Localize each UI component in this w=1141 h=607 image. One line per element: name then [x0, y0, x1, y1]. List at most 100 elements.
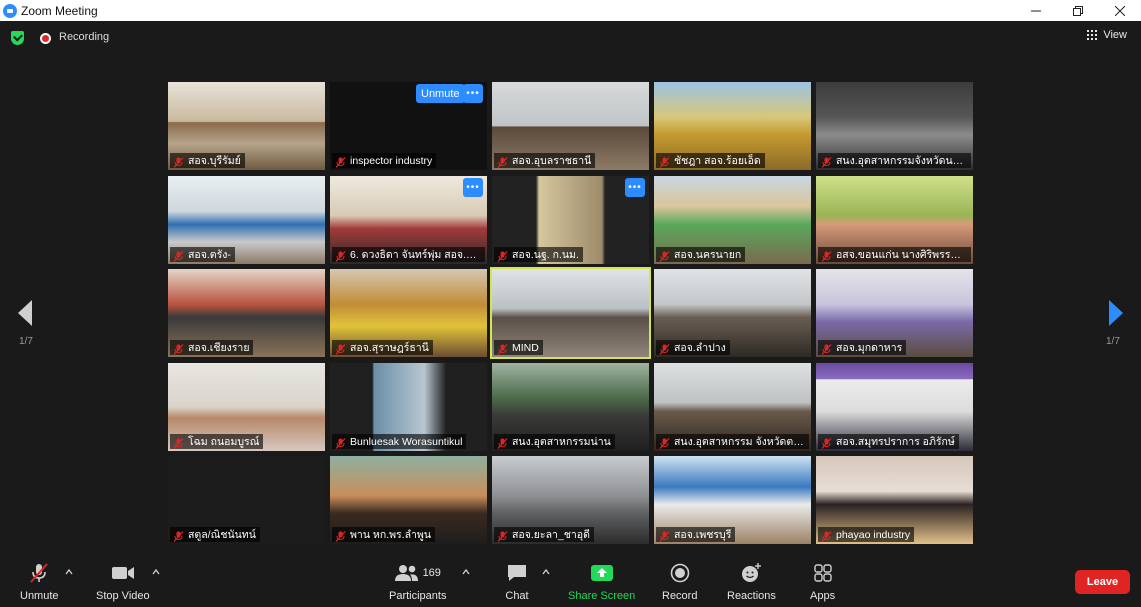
previous-page-arrow-icon[interactable]: [16, 300, 40, 326]
muted-mic-icon: [821, 342, 832, 355]
muted-mic-icon: [659, 155, 670, 168]
view-button[interactable]: View: [1087, 29, 1127, 41]
reactions-button[interactable]: Reactions: [727, 562, 776, 602]
participant-name: 6. ดวงธิดา จันทร์พุ่ม สอจ.พัทลุง: [350, 249, 481, 261]
participant-nameplate: พาน หก.พร.ลำพูน: [332, 527, 436, 542]
participant-video-tile[interactable]: พาน หก.พร.ลำพูน: [330, 456, 487, 544]
participant-nameplate: สอจ.บุรีรัมย์: [170, 153, 245, 168]
participant-video-tile[interactable]: MIND: [490, 267, 651, 359]
participant-video-tile[interactable]: สตูล/ณิชนันทน์: [168, 456, 325, 544]
video-options-chevron-icon[interactable]: [152, 568, 160, 576]
participant-video-tile[interactable]: สอจ.เพชรบุรี: [654, 456, 811, 544]
close-window-button[interactable]: [1099, 0, 1141, 21]
chat-button[interactable]: Chat: [505, 562, 529, 602]
unmute-button[interactable]: Unmute: [20, 562, 59, 602]
audio-options-chevron-icon[interactable]: [65, 568, 73, 576]
participant-nameplate: สอจ.ลำปาง: [656, 340, 730, 355]
participant-video-tile[interactable]: ••• สอจ.นฐ. ก.นม.: [492, 176, 649, 264]
restore-button[interactable]: [1057, 0, 1099, 21]
participant-nameplate: สนง.อุตสาหกรรม จังหวัดตาก: [656, 434, 809, 449]
window-controls: [1015, 0, 1141, 21]
participant-nameplate: สนง.อุตสาหกรรมจังหวัดนครส...: [818, 153, 971, 168]
participant-video-tile[interactable]: สอจ.ลำปาง: [654, 269, 811, 357]
participants-button[interactable]: 169 Participants: [389, 562, 446, 602]
participant-nameplate: สอจ.อุบลราชธานี: [494, 153, 596, 168]
participant-nameplate: สอจ.ยะลา_ชาอุดี: [494, 527, 594, 542]
participant-nameplate: สอจ.ตรัง-: [170, 247, 235, 262]
video-camera-icon: [111, 567, 134, 579]
participant-video-tile[interactable]: สอจ.มุกดาหาร: [816, 269, 973, 357]
participant-video-tile[interactable]: สอจ.ตรัง-: [168, 176, 325, 264]
tile-unmute-button[interactable]: Unmute: [416, 84, 465, 103]
record-button[interactable]: Record: [662, 562, 697, 602]
participant-video-tile[interactable]: Bunluesak Worasuntikul: [330, 363, 487, 451]
zoom-app-icon: [3, 3, 17, 18]
participant-nameplate: MIND: [494, 340, 543, 355]
participant-name: MIND: [512, 341, 539, 354]
muted-mic-icon: [821, 529, 832, 542]
participant-name: Bunluesak Worasuntikul: [350, 435, 463, 448]
muted-mic-icon: [497, 436, 508, 449]
participants-icon: [394, 565, 418, 581]
muted-mic-icon: [335, 342, 346, 355]
participant-video-tile[interactable]: สนง.อุตสาหกรรมจังหวัดนครส...: [816, 82, 973, 170]
participant-video-tile[interactable]: โฉม ถนอมบูรณ์: [168, 363, 325, 451]
participant-name: ชัชฎา สอจ.ร้อยเอ็ด: [674, 155, 761, 167]
minimize-button[interactable]: [1015, 0, 1057, 21]
participant-name: อสจ.ขอนแก่น นางศิริพรรณ อิ...: [836, 249, 967, 261]
tile-more-options-icon[interactable]: •••: [625, 178, 645, 197]
participant-video-tile[interactable]: สอจ.สุราษฎร์ธานี: [330, 269, 487, 357]
muted-mic-icon: [821, 155, 832, 168]
participant-nameplate: inspector industry: [332, 153, 437, 168]
meeting-top-bar: Recording View: [0, 21, 1141, 55]
participant-video-tile[interactable]: Unmute ••• inspector industry: [330, 82, 487, 170]
participant-name: phayao industry: [836, 528, 911, 541]
participant-video-tile[interactable]: สนง.อุตสาหกรรมน่าน: [492, 363, 649, 451]
window-title: Zoom Meeting: [21, 3, 98, 18]
participant-video-tile[interactable]: สอจ.บุรีรัมย์: [168, 82, 325, 170]
participant-video-tile[interactable]: สอจ.อุบลราชธานี: [492, 82, 649, 170]
page-indicator-left: 1/7: [19, 336, 33, 347]
restore-icon: [1073, 5, 1083, 16]
muted-mic-icon: [173, 529, 184, 542]
muted-mic-icon: [335, 249, 346, 262]
apps-button[interactable]: Apps: [810, 562, 835, 602]
participant-name: สอจ.มุกดาหาร: [836, 342, 903, 354]
participant-video-tile[interactable]: phayao industry: [816, 456, 973, 544]
participant-video-tile[interactable]: สนง.อุตสาหกรรม จังหวัดตาก: [654, 363, 811, 451]
participant-nameplate: 6. ดวงธิดา จันทร์พุ่ม สอจ.พัทลุง: [332, 247, 485, 262]
stop-video-button[interactable]: Stop Video: [96, 562, 150, 602]
participant-name: สอจ.อุบลราชธานี: [512, 155, 592, 167]
tile-more-options-icon[interactable]: •••: [463, 178, 483, 197]
participant-name: สอจ.สุราษฎร์ธานี: [350, 342, 429, 354]
participant-nameplate: สอจ.เชียงราย: [170, 340, 254, 355]
tile-more-options-icon[interactable]: •••: [463, 84, 483, 103]
muted-mic-icon: [173, 436, 184, 449]
participant-video-tile[interactable]: ••• 6. ดวงธิดา จันทร์พุ่ม สอจ.พัทลุง: [330, 176, 487, 264]
participants-chevron-icon[interactable]: [462, 568, 470, 576]
participant-name: พาน หก.พร.ลำพูน: [350, 529, 432, 541]
participant-nameplate: โฉม ถนอมบูรณ์: [170, 434, 264, 449]
security-shield-icon[interactable]: [11, 31, 24, 45]
participant-video-tile[interactable]: อสจ.ขอนแก่น นางศิริพรรณ อิ...: [816, 176, 973, 264]
next-page-arrow-icon[interactable]: [1103, 300, 1127, 326]
participant-name: สนง.อุตสาหกรรม จังหวัดตาก: [674, 436, 805, 448]
muted-mic-icon: [659, 342, 670, 355]
participant-name: สอจ.เชียงราย: [188, 342, 250, 354]
participant-video-tile[interactable]: สอจ.เชียงราย: [168, 269, 325, 357]
muted-mic-icon: [335, 529, 346, 542]
share-screen-button[interactable]: Share Screen: [568, 562, 635, 602]
leave-button[interactable]: Leave: [1075, 570, 1130, 594]
muted-mic-icon: [173, 342, 184, 355]
participant-nameplate: อสจ.ขอนแก่น นางศิริพรรณ อิ...: [818, 247, 971, 262]
participant-video-tile[interactable]: สอจ.นครนายก: [654, 176, 811, 264]
participant-video-tile[interactable]: สอจ.สมุทรปราการ อภิรักษ์: [816, 363, 973, 451]
participant-video-tile[interactable]: ชัชฎา สอจ.ร้อยเอ็ด: [654, 82, 811, 170]
muted-mic-icon: [497, 249, 508, 262]
chat-chevron-icon[interactable]: [542, 568, 550, 576]
share-screen-label: Share Screen: [568, 590, 636, 602]
participant-nameplate: Bunluesak Worasuntikul: [332, 434, 467, 449]
participant-video-tile[interactable]: สอจ.ยะลา_ชาอุดี: [492, 456, 649, 544]
muted-mic-icon: [821, 249, 832, 262]
participant-name: สอจ.ตรัง-: [188, 249, 231, 261]
